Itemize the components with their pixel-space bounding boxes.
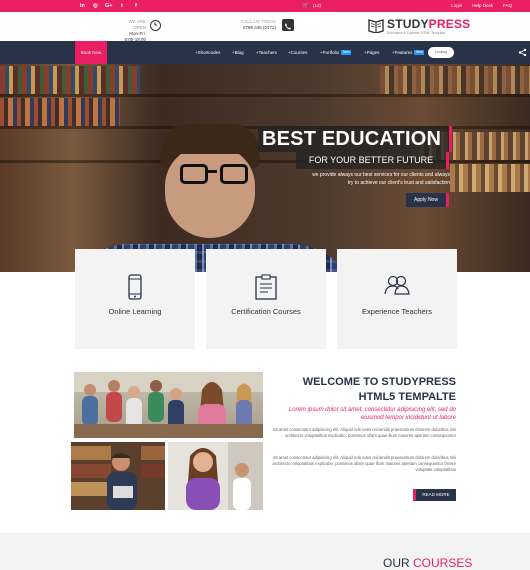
welcome-title-1: WELCOME TO STUDYPRESS xyxy=(302,376,456,388)
book-now-button[interactable]: Book Now xyxy=(75,41,107,64)
feature-teachers[interactable]: Experience Teachers xyxy=(337,249,457,349)
feature-label: Online Learning xyxy=(108,307,162,316)
shelf xyxy=(0,94,530,97)
cart-icon[interactable]: 🛒 xyxy=(302,3,309,9)
bookshelf xyxy=(0,98,120,126)
help-desk-link[interactable]: Help Desk xyxy=(472,3,493,9)
open-label: WE ARE OPEN xyxy=(128,19,146,30)
hero-banner: BEST EDUCATION FOR YOUR BETTER FUTURE we… xyxy=(0,64,530,272)
call-number[interactable]: 6789 345 (0172) xyxy=(240,25,276,31)
nav-item-features[interactable]: +Features New xyxy=(392,41,425,64)
open-hours: WE ARE OPEN Mon-Fri: 8:00-18:00 xyxy=(118,19,146,43)
feature-label: Experience Teachers xyxy=(362,307,432,316)
call-info: CALL US TODAY 6789 345 (0172) xyxy=(240,19,276,31)
glasses-right xyxy=(220,164,248,184)
read-more-button[interactable]: READ MORE xyxy=(416,489,456,501)
hero-text-2: try to achieve our client's trust and sa… xyxy=(347,180,450,186)
mobile-icon xyxy=(128,274,142,300)
student-hair-top xyxy=(162,124,258,154)
logo-study: STUDY xyxy=(387,17,429,31)
nav-item-blog[interactable]: +Blog xyxy=(232,41,244,64)
logo[interactable]: STUDYPRESS Education & Courses HTML Temp… xyxy=(368,17,470,37)
welcome-lead: Lorem ipsum dolor sit amet, consectetur … xyxy=(288,407,456,421)
nav-item-teachers[interactable]: +Teachers xyxy=(256,41,277,64)
apply-now-button[interactable]: Apply Now xyxy=(406,193,446,207)
new-badge: New xyxy=(341,50,352,56)
hero-text-1: we provide always our best services for … xyxy=(312,172,450,178)
welcome-paragraph-1: Sit amet consectetur adipisicing elit. A… xyxy=(272,427,456,438)
welcome-title-2: HTML5 TEMPALTE xyxy=(358,391,456,403)
logo-press: PRESS xyxy=(428,17,471,31)
glasses-left xyxy=(180,164,208,184)
glasses-bridge xyxy=(207,170,217,173)
clock-icon xyxy=(150,20,161,31)
feature-certification[interactable]: Certification Courses xyxy=(206,249,326,349)
hero-subtitle: FOR YOUR BETTER FUTURE xyxy=(296,152,446,169)
bookshelf xyxy=(450,164,530,192)
nav-item-pages[interactable]: +Pages xyxy=(364,41,379,64)
feature-online-learning[interactable]: Online Learning xyxy=(75,249,195,349)
nav-item-shortcodes[interactable]: +Shortcodes xyxy=(195,41,220,64)
library-photo xyxy=(71,442,165,510)
twitter-icon[interactable]: t xyxy=(121,3,123,9)
bookshelf xyxy=(380,66,530,94)
faq-link[interactable]: FAQ xyxy=(503,3,512,9)
linkedin-icon[interactable]: in xyxy=(80,3,85,9)
nav-item-portfolio-label: +Portfolio xyxy=(320,50,340,55)
google-plus-icon[interactable]: G+ xyxy=(105,3,113,9)
classroom-photo xyxy=(74,372,263,438)
student-face xyxy=(165,146,255,238)
search-input[interactable]: Looking xyxy=(428,47,454,58)
students-illustration xyxy=(74,372,263,438)
welcome-paragraph-2: Sit amet consectetur adipisicing elit. A… xyxy=(272,455,456,472)
courses-heading: OUR COURSES xyxy=(383,556,472,570)
nav-item-features-label: +Features xyxy=(392,50,413,55)
top-bar: in ◎ G+ t f 🛒 (12) Login Help Desk FAQ xyxy=(0,0,530,12)
bookshelf xyxy=(0,66,140,94)
courses-heading-our: OUR xyxy=(383,556,413,570)
logo-tagline: Education & Courses HTML Template xyxy=(387,31,446,35)
hero-subtitle-accent xyxy=(446,152,449,169)
nav-item-courses[interactable]: +Courses xyxy=(288,41,307,64)
certificate-icon xyxy=(255,274,277,300)
new-badge: New xyxy=(414,50,425,56)
student-illustration xyxy=(168,442,263,510)
book-logo-icon xyxy=(368,19,384,33)
hero-title: BEST EDUCATION xyxy=(258,126,450,152)
header: WE ARE OPEN Mon-Fri: 8:00-18:00 CALL US … xyxy=(0,12,530,43)
student-photo xyxy=(168,442,263,510)
instagram-icon[interactable]: ◎ xyxy=(93,3,98,9)
facebook-icon[interactable]: f xyxy=(135,3,137,9)
phone-icon xyxy=(282,19,294,31)
cart-count[interactable]: (12) xyxy=(313,3,321,9)
shelf xyxy=(0,160,530,163)
teachers-icon xyxy=(384,275,410,295)
login-link[interactable]: Login xyxy=(451,3,462,9)
feature-label: Certification Courses xyxy=(231,307,301,316)
share-icon[interactable] xyxy=(518,48,527,57)
top-links: Login Help Desk FAQ xyxy=(451,3,512,9)
library-illustration xyxy=(71,442,165,510)
main-nav: Book Now +Shortcodes +Blog +Teachers +Co… xyxy=(0,41,530,64)
logo-text: STUDYPRESS xyxy=(387,17,470,31)
hero-title-accent xyxy=(449,126,452,152)
courses-heading-courses: COURSES xyxy=(413,556,473,570)
apply-accent xyxy=(446,193,449,207)
nav-item-portfolio[interactable]: +Portfolio New xyxy=(320,41,352,64)
